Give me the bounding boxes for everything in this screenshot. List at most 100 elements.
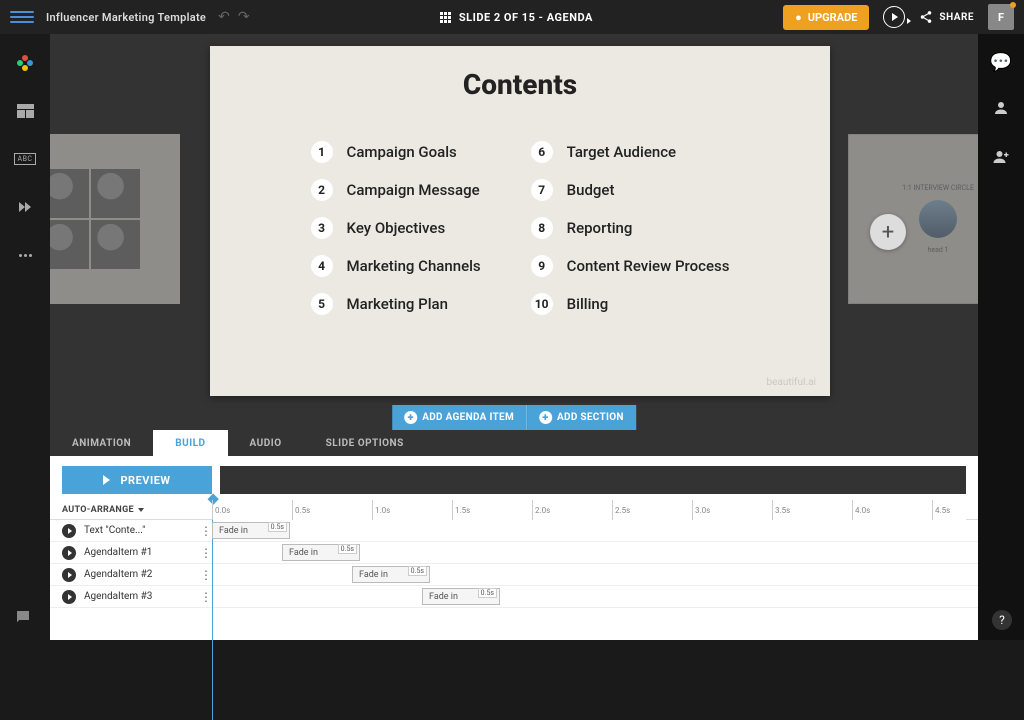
track-lane[interactable]: Fade in0.5s — [212, 564, 966, 585]
agenda-item[interactable]: 10Billing — [531, 293, 730, 315]
agenda-number: 7 — [531, 179, 553, 201]
more-button[interactable] — [10, 244, 40, 266]
theme-button[interactable] — [10, 52, 40, 74]
track-play-button[interactable] — [62, 524, 76, 538]
previous-slide-thumb[interactable] — [50, 134, 180, 304]
timeline-track: AgendaItem #2 ⋮ Fade in0.5s — [50, 564, 978, 586]
agenda-item[interactable]: 2 Campaign Message — [311, 179, 481, 201]
animation-clip[interactable]: Fade in0.5s — [282, 544, 360, 561]
next-slide-thumb[interactable]: 1:1 INTERVIEW CIRCLEhead 1 — [848, 134, 978, 304]
animation-clip[interactable]: Fade in0.5s — [352, 566, 430, 583]
agenda-number: 2 — [311, 179, 333, 201]
clip-duration: 0.5s — [338, 544, 357, 554]
account-icon[interactable] — [992, 99, 1010, 122]
clip-duration: 0.5s — [268, 522, 287, 532]
agenda-number: 10 — [531, 293, 553, 315]
timeline-track: AgendaItem #1 ⋮ Fade in0.5s — [50, 542, 978, 564]
tab-audio[interactable]: AUDIO — [228, 430, 304, 456]
add-section-button[interactable]: +ADD SECTION — [527, 405, 636, 430]
track-lane[interactable]: Fade in0.5s — [212, 520, 966, 541]
agenda-item[interactable]: 5Marketing Plan — [311, 293, 481, 315]
agenda-label: Campaign Message — [347, 181, 480, 199]
track-name: Text "Conte..." — [84, 525, 145, 536]
undo-icon[interactable]: ↶ — [218, 9, 230, 25]
track-name: AgendaItem #3 — [84, 591, 152, 602]
clip-duration: 0.5s — [408, 566, 427, 576]
agenda-item[interactable]: 7Budget — [531, 179, 730, 201]
agenda-item[interactable]: 4 Marketing Channels — [311, 255, 481, 277]
animation-clip[interactable]: Fade in0.5s — [212, 522, 290, 539]
agenda-label: Campaign Goals — [347, 143, 457, 161]
add-agenda-item-button[interactable]: +ADD AGENDA ITEM — [392, 405, 527, 430]
fast-forward-icon — [19, 202, 31, 212]
ruler-tick: 4.5s — [932, 500, 950, 520]
document-title[interactable]: Influencer Marketing Template — [46, 11, 206, 24]
help-button[interactable]: ? — [992, 610, 1012, 630]
clip-duration: 0.5s — [478, 588, 497, 598]
add-person-icon[interactable] — [992, 148, 1010, 171]
share-button[interactable]: SHARE — [919, 10, 974, 24]
menu-icon[interactable] — [10, 5, 34, 29]
timeline-panel: PREVIEW AUTO-ARRANGE 0.0s0.5s1.0s1.5s2.0… — [50, 456, 978, 640]
agenda-number: 4 — [311, 255, 333, 277]
agenda-label: Reporting — [567, 219, 633, 237]
track-menu-icon[interactable]: ⋮ — [200, 524, 212, 538]
upgrade-button[interactable]: ● UPGRADE — [783, 5, 869, 30]
avatar[interactable]: F — [988, 4, 1014, 30]
agenda-item[interactable]: 9Content Review Process — [531, 255, 730, 277]
track-play-button[interactable] — [62, 568, 76, 582]
ruler-tick: 1.5s — [452, 500, 470, 520]
tab-slide-options[interactable]: SLIDE OPTIONS — [304, 430, 426, 456]
agenda-label: Target Audience — [567, 143, 676, 161]
tab-animation[interactable]: ANIMATION — [50, 430, 153, 456]
slide-picker[interactable]: SLIDE 2 OF 15 - AGENDA — [440, 11, 593, 24]
agenda-item[interactable]: 3Key Objectives — [311, 217, 481, 239]
ruler-tick: 2.0s — [532, 500, 550, 520]
track-menu-icon[interactable]: ⋮ — [200, 568, 212, 582]
share-label: SHARE — [939, 12, 974, 23]
ruler-tick: 3.0s — [692, 500, 710, 520]
present-button[interactable] — [883, 6, 905, 28]
text-button[interactable]: ABC — [10, 148, 40, 170]
animate-button[interactable] — [10, 196, 40, 218]
preview-button[interactable]: PREVIEW — [62, 466, 212, 494]
track-name: AgendaItem #1 — [84, 547, 152, 558]
track-play-button[interactable] — [62, 590, 76, 604]
auto-arrange-dropdown[interactable]: AUTO-ARRANGE — [62, 505, 212, 515]
slide-title[interactable]: Contents — [210, 68, 830, 101]
timeline-track: Text "Conte..." ⋮Fade in0.5s — [50, 520, 978, 542]
redo-icon[interactable]: ↷ — [238, 9, 250, 25]
tab-build[interactable]: BUILD — [153, 430, 227, 456]
scrub-bar[interactable] — [220, 466, 966, 494]
feedback-icon[interactable] — [14, 608, 32, 630]
add-slide-button[interactable]: + — [870, 214, 906, 250]
track-name: AgendaItem #2 — [84, 569, 152, 580]
agenda-number: 8 — [531, 217, 553, 239]
track-menu-icon[interactable]: ⋮ — [200, 546, 212, 560]
agenda-number: 6 — [531, 141, 553, 163]
bolt-icon: ● — [795, 11, 802, 24]
canvas: 1:1 INTERVIEW CIRCLEhead 1 + Contents 1C… — [50, 34, 978, 430]
time-ruler[interactable]: 0.0s0.5s1.0s1.5s2.0s2.5s3.0s3.5s4.0s4.5s — [212, 500, 966, 520]
upgrade-label: UPGRADE — [808, 11, 858, 24]
track-lane[interactable]: Fade in0.5s — [212, 542, 966, 563]
ellipsis-icon — [19, 254, 32, 257]
animation-clip[interactable]: Fade in0.5s — [422, 588, 500, 605]
agenda-label: Marketing Channels — [347, 257, 481, 275]
track-lane[interactable]: Fade in0.5s — [212, 586, 966, 607]
comments-icon[interactable]: 💬 — [990, 52, 1012, 73]
ruler-tick: 4.0s — [852, 500, 870, 520]
auto-arrange-label: AUTO-ARRANGE — [62, 505, 134, 515]
agenda-number: 9 — [531, 255, 553, 277]
agenda-label: Key Objectives — [347, 219, 446, 237]
track-menu-icon[interactable]: ⋮ — [200, 590, 212, 604]
agenda-item[interactable]: 6 Target Audience — [531, 141, 730, 163]
layouts-button[interactable] — [10, 100, 40, 122]
slide[interactable]: Contents 1Campaign Goals 2 Campaign Messag… — [210, 46, 830, 396]
right-rail: 💬 — [978, 34, 1024, 640]
add-agenda-label: ADD AGENDA ITEM — [422, 412, 514, 423]
agenda-item[interactable]: 8 Reporting — [531, 217, 730, 239]
plus-icon: + — [539, 411, 552, 424]
track-play-button[interactable] — [62, 546, 76, 560]
agenda-item[interactable]: 1Campaign Goals — [311, 141, 481, 163]
